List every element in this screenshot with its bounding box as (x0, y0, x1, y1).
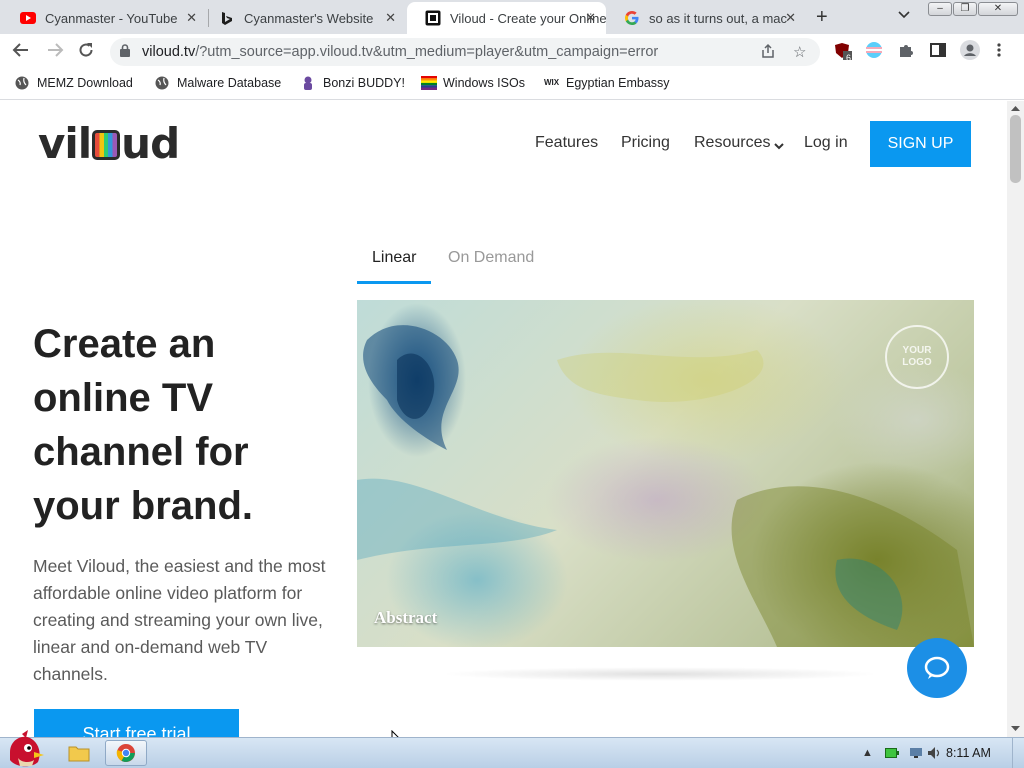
video-shadow (440, 667, 880, 681)
angry-bird-start-icon[interactable] (4, 730, 48, 768)
taskbar-clock[interactable]: 8:11 AM (946, 746, 991, 760)
url-host: viloud.tv (142, 44, 196, 60)
extensions-puzzle-icon[interactable] (898, 42, 914, 62)
address-bar[interactable]: viloud.tv/?utm_source=app.viloud.tv&utm_… (110, 38, 820, 66)
minimize-window-button[interactable]: – (928, 2, 952, 16)
bonzi-gorilla-icon (301, 76, 315, 90)
url-path: /?utm_source=app.viloud.tv&utm_medium=pl… (195, 44, 659, 60)
trans-flag-extension-icon[interactable] (866, 42, 882, 62)
maximize-window-button[interactable]: ❐ (953, 2, 977, 16)
bookmark-bonzi-buddy[interactable]: Bonzi BUDDY! (301, 76, 405, 90)
bookmark-star-icon[interactable]: ☆ (793, 43, 806, 61)
signup-button[interactable]: SIGN UP (870, 121, 971, 167)
viloud-icon (425, 10, 441, 26)
scrollbar-thumb[interactable] (1010, 115, 1021, 183)
volume-icon[interactable] (927, 746, 941, 763)
bookmark-label: Malware Database (177, 76, 282, 90)
mouse-cursor-icon (391, 730, 399, 737)
tab-on-demand[interactable]: On Demand (448, 249, 534, 267)
tab-title: Cyanmaster's Website (244, 10, 374, 26)
tab-google-search[interactable]: so as it turns out, a mac ✕ (606, 2, 806, 34)
wix-icon: WIX (544, 78, 560, 87)
taskbar-explorer-button[interactable] (58, 740, 100, 766)
nav-pricing[interactable]: Pricing (621, 134, 670, 152)
close-window-button[interactable]: ✕ (978, 2, 1018, 16)
your-logo-watermark: YOUR LOGO (885, 325, 949, 389)
active-tab-indicator (357, 281, 431, 284)
tab-linear[interactable]: Linear (372, 249, 416, 267)
globe-icon (15, 76, 29, 90)
tray-expand-arrow-icon[interactable]: ▲ (862, 747, 873, 759)
bookmark-malware-database[interactable]: Malware Database (155, 76, 281, 90)
reload-icon[interactable] (78, 42, 94, 63)
bing-icon (219, 10, 235, 26)
tab-close-icon[interactable]: ✕ (785, 10, 796, 26)
nav-login[interactable]: Log in (804, 134, 848, 152)
nav-resources-label: Resources (694, 134, 771, 151)
abstract-ink-artwork (357, 325, 974, 647)
bookmark-label: Bonzi BUDDY! (323, 76, 405, 90)
back-arrow-icon[interactable] (12, 42, 30, 63)
windows-taskbar: ▲ 8:11 AM (0, 730, 1024, 768)
tab-strip: Cyanmaster - YouTube ✕ Cyanmaster's Webs… (0, 0, 1024, 34)
side-panel-icon[interactable] (930, 42, 946, 62)
lock-icon[interactable] (120, 44, 130, 57)
bookmark-windows-isos[interactable]: Windows ISOs (421, 76, 525, 90)
bookmark-egyptian-embassy[interactable]: WIX Egyptian Embassy (544, 76, 670, 90)
tab-close-icon[interactable]: ✕ (385, 10, 396, 26)
tv-logo-icon (92, 130, 121, 160)
rainbow-flag-icon (421, 76, 437, 90)
chevron-down-icon[interactable] (774, 137, 784, 155)
chrome-icon (116, 744, 135, 762)
hero-headline: Create an online TV channel for your bra… (33, 322, 254, 528)
taskbar-chrome-button[interactable] (105, 740, 147, 766)
hero-description: Meet Viloud, the easiest and the most af… (33, 556, 326, 684)
scroll-up-arrow-icon[interactable] (1007, 104, 1024, 114)
start-free-trial-button[interactable]: Start free trial (34, 709, 239, 737)
tab-title: Cyanmaster - YouTube (45, 10, 178, 26)
tab-title: Viloud - Create your Online TV Channel (450, 10, 606, 26)
nav-features[interactable]: Features (535, 134, 598, 152)
url-text[interactable]: viloud.tv/?utm_source=app.viloud.tv&utm_… (142, 44, 658, 60)
browser-toolbar: viloud.tv/?utm_source=app.viloud.tv&utm_… (0, 34, 1024, 70)
menu-kebab-icon[interactable] (997, 42, 1001, 62)
bookmark-memz-download[interactable]: MEMZ Download (15, 76, 133, 90)
google-icon (624, 10, 640, 26)
globe-icon (155, 76, 169, 90)
bookmarks-bar: MEMZ Download Malware Database Bonzi BUD… (0, 70, 1024, 100)
battery-icon[interactable] (885, 748, 899, 761)
tab-close-icon[interactable]: ✕ (585, 10, 596, 26)
channel-label: Abstract (374, 608, 438, 627)
page-viewport: vilud viloud Features Pricing Resources … (0, 101, 1007, 737)
profile-avatar-icon[interactable] (960, 40, 980, 64)
chat-bubble-icon (924, 656, 950, 679)
network-icon[interactable] (909, 747, 923, 762)
scroll-down-arrow-icon[interactable] (1007, 724, 1024, 734)
tab-search-chevron-icon[interactable] (898, 8, 910, 22)
nav-resources[interactable]: Resources (694, 134, 770, 152)
new-tab-button[interactable]: + (816, 6, 828, 29)
chat-widget-button[interactable] (907, 638, 967, 698)
extension-badge: 6 (846, 53, 852, 63)
forward-arrow-icon[interactable] (46, 42, 64, 63)
tab-youtube[interactable]: Cyanmaster - YouTube ✕ (2, 2, 207, 34)
bookmark-label: Windows ISOs (443, 76, 525, 90)
tab-cyanmaster-website[interactable]: Cyanmaster's Website ✕ (201, 2, 406, 34)
youtube-icon (20, 10, 36, 26)
show-desktop-button[interactable] (1012, 738, 1024, 768)
tab-close-icon[interactable]: ✕ (186, 10, 197, 26)
tab-title: so as it turns out, a mac (649, 10, 788, 26)
tab-viloud[interactable]: Viloud - Create your Online TV Channel ✕ (407, 2, 606, 34)
share-icon[interactable] (760, 43, 776, 63)
viloud-logo[interactable]: vil ud (38, 119, 180, 168)
folder-icon (68, 746, 90, 762)
video-player[interactable]: YOUR LOGO Abstract (357, 300, 974, 647)
bookmark-label: Egyptian Embassy (566, 76, 670, 90)
page-scrollbar[interactable] (1007, 101, 1024, 737)
bookmark-label: MEMZ Download (37, 76, 133, 90)
